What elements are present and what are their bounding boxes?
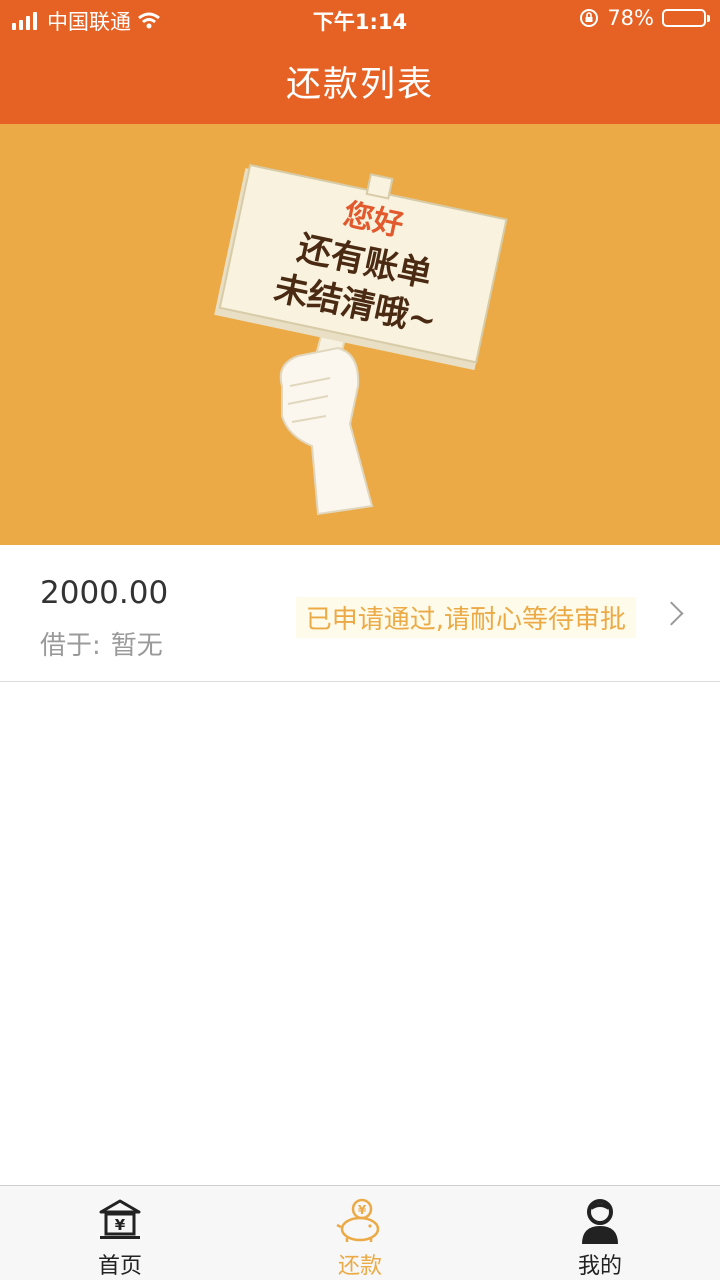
banner-illustration: 您好 还有账单 未结清哦~ bbox=[214, 163, 508, 516]
loan-status: 已申请通过,请耐心等待审批 bbox=[295, 597, 636, 638]
page-title: 还款列表 bbox=[285, 65, 434, 105]
bank-icon: ¥ bbox=[99, 1199, 141, 1239]
user-icon bbox=[582, 1199, 618, 1244]
hand-icon bbox=[279, 346, 374, 516]
app-header: 中国联通 下午1:14 78% 还款列表 bbox=[0, 0, 720, 124]
lender-label: 借于: bbox=[40, 631, 101, 661]
piggy-bank-icon: ¥ bbox=[336, 1198, 380, 1242]
svg-text:¥: ¥ bbox=[358, 1203, 367, 1217]
tab-home-label: 首页 bbox=[97, 1254, 142, 1279]
status-bar: 中国联通 下午1:14 78% bbox=[0, 0, 720, 40]
battery-icon bbox=[662, 9, 710, 27]
tab-bar: ¥ 首页 ¥ 还款 我的 bbox=[0, 1185, 720, 1280]
tab-home[interactable]: ¥ 首页 bbox=[0, 1186, 240, 1280]
tab-repayment[interactable]: ¥ 还款 bbox=[240, 1186, 480, 1280]
tab-repayment-label: 还款 bbox=[337, 1254, 382, 1279]
loan-list-item[interactable]: 2000.00 借于: 暂无 已申请通过,请耐心等待审批 bbox=[0, 545, 720, 682]
sign-top bbox=[365, 173, 394, 200]
tab-profile-label: 我的 bbox=[577, 1254, 622, 1279]
lender-info: 借于: 暂无 bbox=[40, 625, 163, 662]
loan-amount: 2000.00 bbox=[40, 575, 169, 611]
battery-percent: 78% bbox=[607, 6, 654, 30]
lender-value: 暂无 bbox=[110, 631, 163, 661]
chevron-right-icon[interactable] bbox=[659, 601, 684, 626]
svg-text:¥: ¥ bbox=[115, 1216, 126, 1234]
tab-profile[interactable]: 我的 bbox=[480, 1186, 720, 1280]
banner: 您好 还有账单 未结清哦~ bbox=[0, 124, 720, 545]
orientation-lock-icon bbox=[580, 9, 599, 27]
